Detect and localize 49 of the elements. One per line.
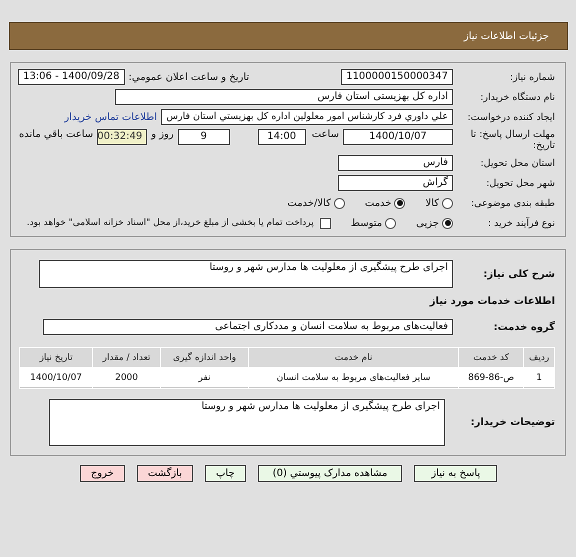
radio-button[interactable]: خدمت [364,198,406,208]
description-field: اجرای طرح پیشگیری از معلولیت ها مدارس شهر و روستا [39,260,453,288]
field-label: استان محل تحویل: [479,158,555,168]
value-field: فارس [338,155,453,171]
button[interactable]: خروج [80,465,125,482]
field-label: ساعت [312,129,339,140]
page-title: جزئیات اطلاعات نیاز [464,30,549,42]
radio-button[interactable]: متوسط [350,218,396,228]
field-label: شماره نیاز: [508,72,555,82]
column-header: کد خدمت [458,348,524,367]
checkbox-label: پرداخت تمام یا بخشی از مبلغ خرید،از محل "اسناد خزانه اسلامی" خواهد بود. [26,218,314,228]
value-field: فعالیت‌های مربوط به سلامت انسان و مددکاری اجتماعی [43,319,453,335]
radio-button[interactable]: كالا [425,198,453,208]
column-header: تاریخ نیاز [20,348,92,367]
field-label: روز و [151,129,174,140]
countdown-field: 00:32:49 [97,129,148,145]
notes-field: اجرای طرح پیشگیری از معلولیت ها مدارس شهر و روستا [49,399,445,446]
column-header: تعداد / مقدار [93,348,160,367]
column-header: واحد اندازه گیری [160,348,248,367]
checkbox[interactable] [320,218,331,228]
value-field: 1400/09/28 - 13:06 [18,69,125,85]
field-label: نوع فرآیند خرید : [486,218,555,228]
field-label: شرح کلی نیاز: [482,268,555,280]
field-label: نام دستگاه خريدار: [479,92,555,102]
radio-button[interactable]: كالا/خدمت [287,198,345,208]
field-label: توضیحات خریدار: [470,417,555,428]
field-label: تاريخ و ساعت اعلان عمومي: [128,72,250,82]
button[interactable]: چاپ [205,465,246,482]
button[interactable]: مشاهده مدارک پیوستي (0) [258,465,402,482]
value-field: اداره کل بهزیستی استان فارس [115,89,453,105]
column-header: نام خدمت [249,348,458,367]
contact-link[interactable]: اطلاعات تماس خريدار [64,112,157,122]
field-label: گروه خدمت: [492,322,555,332]
field-label: ایجاد کننده درخواست: [466,112,555,122]
field-label: مهلت ارسال پاسخ: تا تاریخ: [470,129,555,151]
value-field: 1100000150000347 [341,69,453,85]
value-field: گراش [338,175,453,191]
button[interactable]: پاسخ به نیاز [414,465,498,482]
value-field: 1400/10/07 [342,129,453,145]
section-heading: اطلاعات خدمات مورد نیاز [428,296,555,307]
field-label: طبقه بندی موضوعی: [470,198,555,208]
field-label: ساعت باقي مانده [19,129,94,140]
value-field: 14:00 [258,129,306,145]
column-header: ردیف [524,348,554,367]
value-field: 9 [178,129,230,145]
radio-button[interactable]: جزیی [416,218,453,228]
value-field: علي داوري فرد كارشناس امور معلولين اداره كل بهزيستي استان فارس [161,109,453,125]
button[interactable]: بازگشت [136,465,193,482]
field-label: شهر محل تحویل: [485,178,555,188]
